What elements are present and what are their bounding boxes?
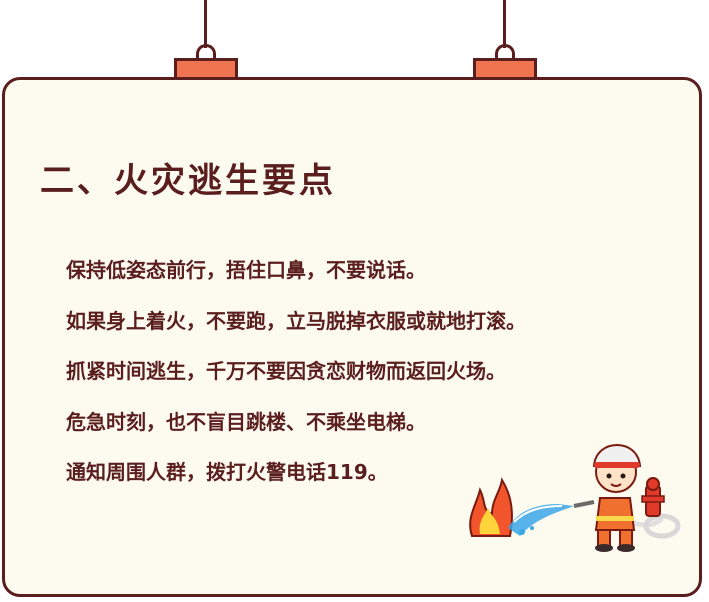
fire-icon — [469, 477, 513, 537]
left-hanger-loop — [196, 44, 216, 58]
right-hanger-loop — [495, 44, 515, 58]
section-title: 二、火灾逃生要点 — [40, 161, 336, 201]
tips-list: 保持低姿态前行，捂住口鼻，不要说话。 如果身上着火，不要跑，立马脱掉衣服或就地打… — [66, 254, 526, 507]
right-hanger-string — [503, 0, 506, 48]
firefighter-icon — [592, 444, 642, 552]
tip-item: 通知周围人群，拨打火警电话119。 — [66, 460, 388, 484]
tip-item: 危急时刻，也不盲目跳楼、不乘坐电梯。 — [66, 409, 426, 434]
fire-hydrant-icon — [641, 477, 665, 517]
water-spray-icon — [508, 504, 574, 536]
firefighter-illustration — [469, 444, 681, 552]
tip-item: 保持低姿态前行，捂住口鼻，不要说话。 — [66, 258, 426, 282]
left-hanger-string — [204, 0, 207, 48]
tip-item: 如果身上着火，不要跑，立马脱掉衣服或就地打滚。 — [66, 308, 526, 333]
tip-item: 抓紧时间逃生，千万不要因贪恋财物而返回火场。 — [66, 359, 506, 383]
